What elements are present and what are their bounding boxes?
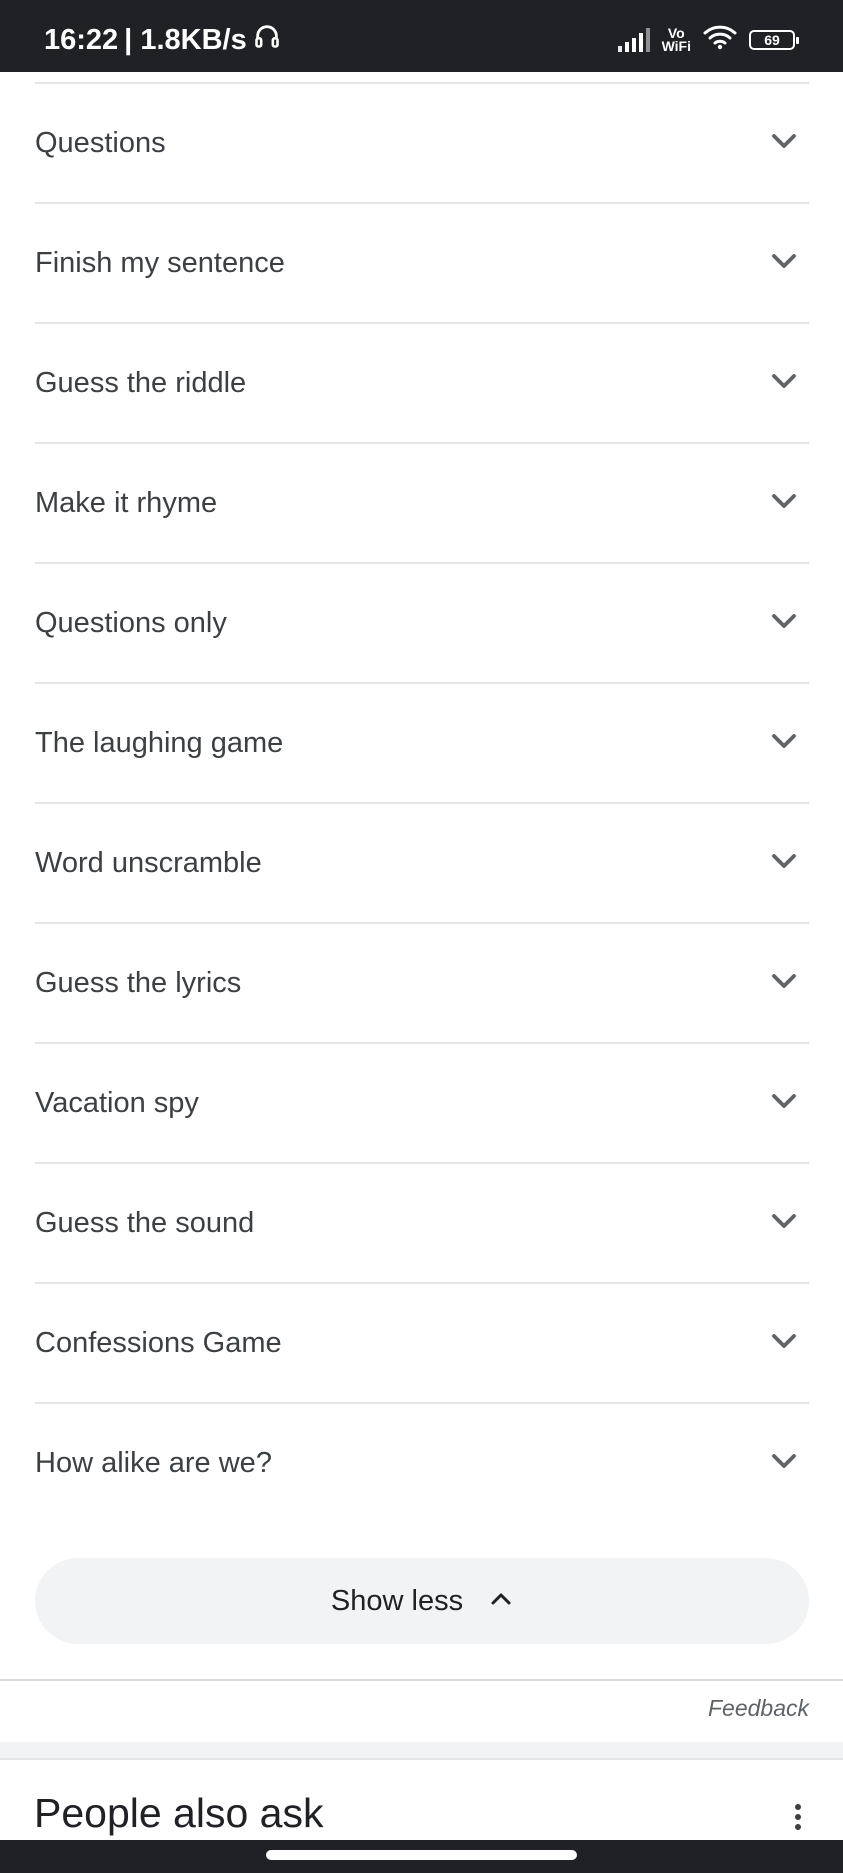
chevron-down-icon — [769, 606, 809, 641]
people-also-ask-title: People also ask — [34, 1790, 324, 1836]
more-vert-icon[interactable] — [793, 1804, 803, 1834]
accordion-item-label: Confessions Game — [35, 1326, 282, 1359]
headphones-icon — [253, 22, 281, 58]
accordion-item[interactable]: Word unscramble — [35, 802, 809, 922]
section-divider — [0, 1758, 843, 1760]
chevron-down-icon — [769, 486, 809, 521]
accordion-item-label: Questions only — [35, 606, 227, 639]
accordion-item-label: Finish my sentence — [35, 246, 285, 279]
accordion-item-label: Guess the riddle — [35, 366, 247, 399]
accordion-item[interactable]: Vacation spy — [35, 1042, 809, 1162]
accordion-item-label: Questions — [35, 126, 166, 159]
accordion-item[interactable]: Guess the sound — [35, 1162, 809, 1282]
accordion-item-label: The laughing game — [35, 726, 284, 759]
accordion-item[interactable]: Questions — [35, 82, 809, 202]
chevron-down-icon — [769, 1206, 809, 1241]
accordion-item-label: Make it rhyme — [35, 486, 218, 519]
accordion-item[interactable]: How alike are we? — [35, 1402, 809, 1522]
feedback-link[interactable]: Feedback — [708, 1695, 809, 1722]
accordion-item-label: Vacation spy — [35, 1086, 199, 1119]
show-less-button[interactable]: Show less — [35, 1558, 809, 1644]
accordion-item-label: Word unscramble — [35, 846, 262, 879]
section-separator — [0, 1742, 843, 1758]
chevron-down-icon — [769, 126, 809, 161]
chevron-down-icon — [769, 366, 809, 401]
battery-icon: 69 — [749, 29, 799, 50]
network-speed: | 1.8KB/s — [124, 23, 247, 56]
accordion-item[interactable]: Finish my sentence — [35, 202, 809, 322]
status-right: Vo WiFi 69 — [617, 24, 799, 55]
signal-icon — [617, 27, 650, 52]
accordion-item[interactable]: Questions only — [35, 562, 809, 682]
chevron-down-icon — [769, 726, 809, 761]
chevron-up-icon — [489, 1587, 513, 1616]
chevron-down-icon — [769, 1446, 809, 1481]
accordion-item-label: Guess the lyrics — [35, 966, 242, 999]
status-bar: 16:22 | 1.8KB/s Vo WiFi 69 — [0, 0, 843, 72]
accordion-item[interactable]: Confessions Game — [35, 1282, 809, 1402]
accordion-item[interactable]: Make it rhyme — [35, 442, 809, 562]
wifi-icon — [703, 24, 737, 55]
chevron-down-icon — [769, 1086, 809, 1121]
battery-level: 69 — [764, 31, 780, 48]
section-divider — [0, 1679, 843, 1681]
chevron-down-icon — [769, 846, 809, 881]
accordion-item[interactable]: Guess the lyrics — [35, 922, 809, 1042]
clock: 16:22 — [44, 23, 119, 56]
chevron-down-icon — [769, 966, 809, 1001]
accordion-item-label: How alike are we? — [35, 1446, 272, 1479]
accordion-item[interactable]: The laughing game — [35, 682, 809, 802]
chevron-down-icon — [769, 1326, 809, 1361]
status-left: 16:22 | 1.8KB/s — [44, 22, 281, 58]
accordion-item[interactable]: Guess the riddle — [35, 322, 809, 442]
show-less-label: Show less — [330, 1584, 464, 1617]
accordion-item-label: Guess the sound — [35, 1206, 255, 1239]
navigation-bar — [0, 1840, 843, 1873]
home-gesture-handle[interactable] — [266, 1850, 577, 1860]
chevron-down-icon — [769, 246, 809, 281]
accordion-list: Questions Finish my sentence Guess the rid… — [35, 82, 809, 1522]
vowifi-indicator: Vo WiFi — [661, 24, 691, 54]
